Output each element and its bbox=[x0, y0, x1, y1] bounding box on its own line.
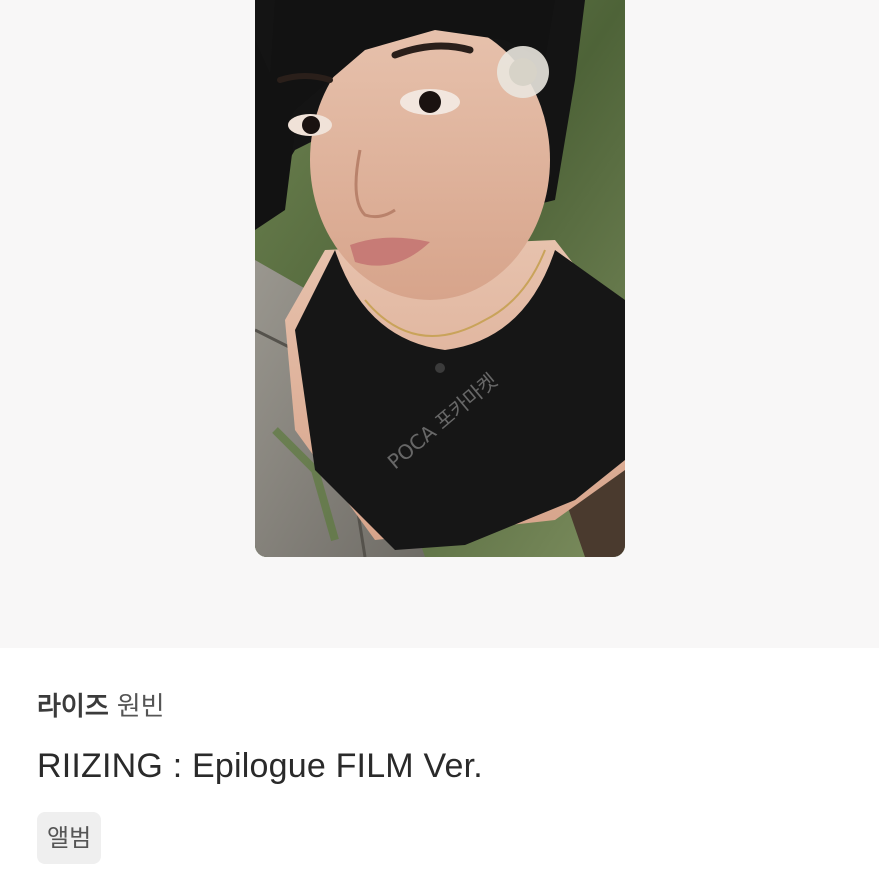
member-name[interactable]: 원빈 bbox=[117, 692, 165, 722]
category-tag[interactable]: 앨범 bbox=[37, 812, 102, 864]
group-name[interactable]: 라이즈 bbox=[37, 692, 109, 722]
product-image-area: POCA 포카마켓 bbox=[0, 0, 879, 648]
album-title: RIIZING : Epilogue FILM Ver. bbox=[37, 747, 483, 785]
artist-line: 라이즈 원빈 bbox=[37, 690, 842, 724]
product-detail-page: POCA 포카마켓 라이즈 원빈 RIIZING : Epilogue FILM … bbox=[0, 0, 879, 879]
product-info: 라이즈 원빈 RIIZING : Epilogue FILM Ver. bbox=[37, 690, 842, 786]
photocard-image[interactable]: POCA 포카마켓 bbox=[255, 0, 625, 557]
photocard-illustration: POCA 포카마켓 bbox=[255, 0, 625, 557]
